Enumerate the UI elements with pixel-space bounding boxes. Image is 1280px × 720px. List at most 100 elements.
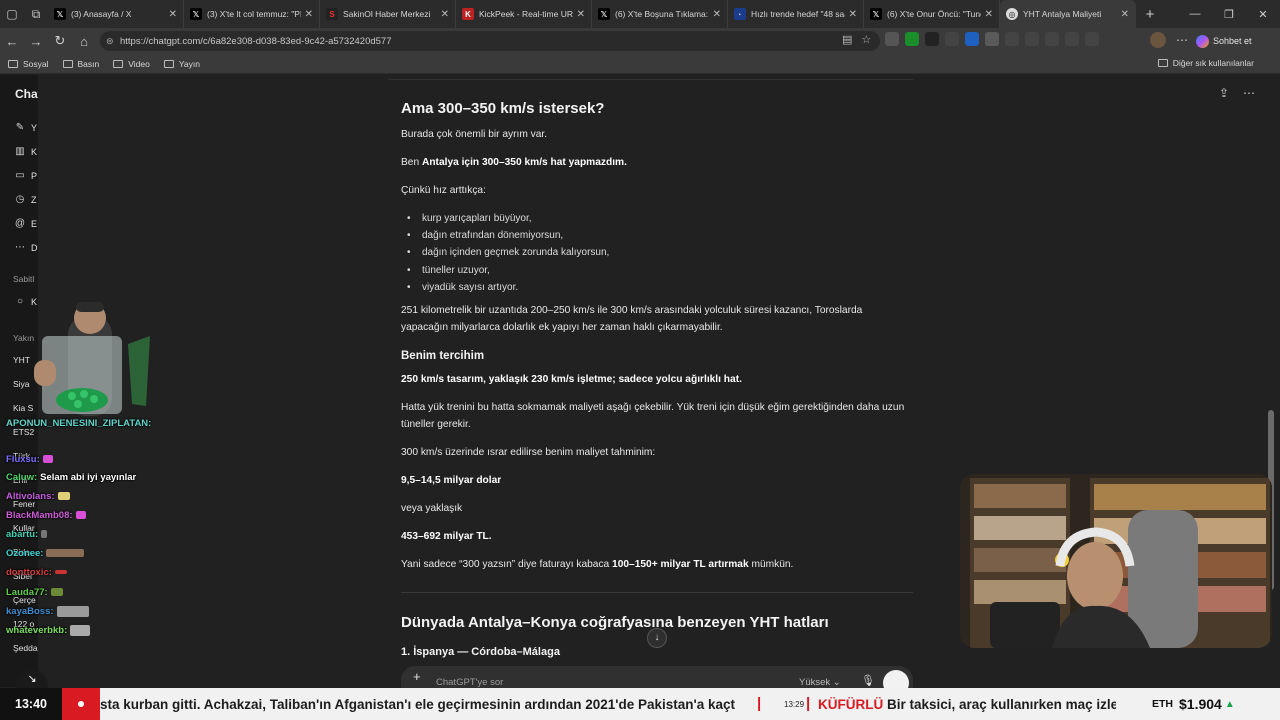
text-run: Yani sadece “300 yazsın” diye faturayı k… xyxy=(401,559,613,570)
paragraph: 250 km/s tasarım, yaklaşık 230 km/s işle… xyxy=(401,371,742,388)
profile-avatar[interactable] xyxy=(1150,32,1166,48)
other-bookmarks[interactable]: Diğer sık kullanılanlar xyxy=(1157,58,1254,68)
favorites-icon[interactable] xyxy=(1045,32,1059,46)
reload-icon[interactable]: ↻ xyxy=(48,33,72,49)
emote-icon xyxy=(56,606,89,617)
chat-message: BlackMamb08: xyxy=(6,510,86,521)
close-window-icon[interactable]: ✕ xyxy=(1246,8,1280,21)
favorite-star-icon[interactable]: ☆ xyxy=(861,33,871,46)
close-tab-icon[interactable]: ✕ xyxy=(1121,9,1129,20)
chat-message: donttoxic: xyxy=(6,567,67,578)
browser-tab[interactable]: 𝕏 (3) X'te lt col temmuz: "PKK... ✕ xyxy=(184,0,320,28)
chat-expand-icon[interactable]: ↘ xyxy=(16,670,48,688)
tab-title: (6) X'te Boşuna Tıklama: "Y... xyxy=(615,9,709,19)
browser-tab[interactable]: · Hızlı trende hedef "48 saat... ✕ xyxy=(728,0,864,28)
chat-message: Fluxsu: xyxy=(6,454,53,465)
extension-icon[interactable] xyxy=(905,32,919,46)
forward-icon[interactable]: → xyxy=(24,34,48,49)
new-tab-button[interactable]: + xyxy=(1136,6,1164,23)
close-tab-icon[interactable]: ✕ xyxy=(713,9,721,20)
paragraph: Burada çok önemli bir ayrım var. xyxy=(401,129,548,140)
close-tab-icon[interactable]: ✕ xyxy=(305,9,313,20)
extension-icon[interactable] xyxy=(965,32,979,46)
paragraph: 300 km/s üzerinde ısrar edilirse benim m… xyxy=(401,447,656,458)
chat-composer: + ChatGPT'ye sor Yüksek ⌄ 🎙 xyxy=(401,666,913,696)
reader-view-icon[interactable]: ▤ xyxy=(842,33,852,46)
chat-message: whateverbkb: xyxy=(6,625,91,636)
list-item: viyadük sayısı artıyor. xyxy=(407,279,518,296)
extension-icon[interactable] xyxy=(945,32,959,46)
sidebar-item-mentions[interactable]: @ E xyxy=(14,218,37,229)
browser-tab[interactable]: 𝕏 (3) Anasayfa / X ✕ xyxy=(48,0,184,28)
sidebar-item-more[interactable]: ⋯ D xyxy=(14,242,38,253)
paragraph: Çünkü hız arttıkça: xyxy=(401,185,486,196)
extensions-puzzle-icon[interactable] xyxy=(1005,32,1019,46)
ticker-headline: sta kurban gitti. Achakzai, Taliban'ın A… xyxy=(100,697,736,712)
sidebar-item-new-chat[interactable]: ✎ Y xyxy=(14,122,37,133)
webcam-overlay-image xyxy=(960,474,1272,648)
tab-actions-icon[interactable]: ⧉ xyxy=(24,0,48,28)
model-selector[interactable]: Yüksek ⌄ xyxy=(799,677,841,688)
more-options-icon[interactable]: ⋯ xyxy=(1176,33,1188,47)
bookmark-folder[interactable]: Basın xyxy=(62,59,99,69)
paragraph: Yani sadece “300 yazsın” diye faturayı k… xyxy=(401,556,793,573)
home-icon[interactable]: ⌂ xyxy=(72,34,96,49)
bookmark-folder[interactable]: Video xyxy=(113,59,150,69)
list-item-text: dağın içinden geçmek zorunda kalıyorsun, xyxy=(422,247,610,258)
conversation-options-icon[interactable]: ⋯ xyxy=(1243,86,1255,100)
sidebar-item-label: P xyxy=(31,170,38,181)
crypto-label: ETH xyxy=(1152,698,1173,710)
close-tab-icon[interactable]: ✕ xyxy=(849,9,857,20)
browser-tab[interactable]: S SakinOl Haber Merkezi ✕ xyxy=(320,0,456,28)
prompt-input[interactable]: ChatGPT'ye sor xyxy=(436,677,503,688)
minimize-icon[interactable]: — xyxy=(1178,8,1212,20)
list-item: kurp yarıçapları büyüyor, xyxy=(407,210,532,227)
bold-text: 250 km/s tasarım, yaklaşık 230 km/s işle… xyxy=(401,374,742,385)
close-tab-icon[interactable]: ✕ xyxy=(441,9,449,20)
bookmark-folder[interactable]: Yayın xyxy=(163,59,200,69)
bookmark-folder[interactable]: Sosyal xyxy=(8,59,49,69)
microphone-icon[interactable]: 🎙 xyxy=(861,674,875,687)
close-tab-icon[interactable]: ✕ xyxy=(985,9,993,20)
sidebar-item-library[interactable]: ▥ K xyxy=(14,146,37,157)
up-arrow-icon: ▲ xyxy=(1224,698,1235,710)
extension-icon[interactable] xyxy=(925,32,939,46)
folder-icon xyxy=(8,59,18,68)
share-icon[interactable]: ⇪ xyxy=(1219,86,1229,100)
library-icon: ▥ xyxy=(15,146,25,157)
at-icon: @ xyxy=(14,218,26,229)
emote-icon xyxy=(75,511,86,520)
close-tab-icon[interactable]: ✕ xyxy=(169,9,177,20)
list-item-text: tüneller uzuyor, xyxy=(422,265,490,276)
browser-essentials-icon[interactable] xyxy=(1065,32,1079,46)
news-ticker: sta kurban gitti. Achakzai, Taliban'ın A… xyxy=(0,688,1280,720)
window-menu-icon[interactable]: ▢ xyxy=(0,0,24,28)
sidebar-chat-item[interactable]: Şedda xyxy=(13,643,38,653)
tab-title: YHT Antalya Maliyeti xyxy=(1023,9,1102,19)
emote-icon xyxy=(54,570,67,575)
browser-tab[interactable]: K KickPeek - Real-time URL C... ✕ xyxy=(456,0,592,28)
copilot-chat-button[interactable]: Sohbet et xyxy=(1196,32,1252,50)
sidebar-item-label: E xyxy=(31,218,38,229)
browser-tab[interactable]: 𝕏 (6) X'te Onur Öncü: "Tunce... ✕ xyxy=(864,0,1000,28)
collections-icon[interactable] xyxy=(1085,32,1099,46)
back-icon[interactable]: ← xyxy=(0,34,24,49)
scroll-down-icon[interactable]: ↓ xyxy=(647,628,667,648)
restore-icon[interactable]: ❐ xyxy=(1212,8,1246,21)
browser-tab-active[interactable]: ◎ YHT Antalya Maliyeti ✕ xyxy=(1000,0,1136,28)
live-dot-icon xyxy=(62,688,100,720)
bookmark-label: Sosyal xyxy=(23,58,49,69)
extension-icon[interactable] xyxy=(885,32,899,46)
sidebar-item-explore[interactable]: ◷ Z xyxy=(14,194,37,205)
list-item-text: kurp yarıçapları büyüyor, xyxy=(422,213,532,224)
sidebar-item-projects[interactable]: ▭ P xyxy=(14,170,37,181)
extension-icon[interactable] xyxy=(985,32,999,46)
close-tab-icon[interactable]: ✕ xyxy=(577,9,585,20)
url-field[interactable]: ⊜ https://chatgpt.com/c/6a82e308-d038-83… xyxy=(100,31,880,51)
add-attachment-icon[interactable]: + xyxy=(413,669,421,684)
site-info-icon[interactable]: ⊜ xyxy=(106,36,114,47)
browser-tab[interactable]: 𝕏 (6) X'te Boşuna Tıklama: "Y... ✕ xyxy=(592,0,728,28)
split-screen-icon[interactable] xyxy=(1025,32,1039,46)
list-item: tüneller uzuyor, xyxy=(407,262,490,279)
browser-tab-bar: ▢ ⧉ 𝕏 (3) Anasayfa / X ✕ 𝕏 (3) X'te lt c… xyxy=(0,0,1280,28)
